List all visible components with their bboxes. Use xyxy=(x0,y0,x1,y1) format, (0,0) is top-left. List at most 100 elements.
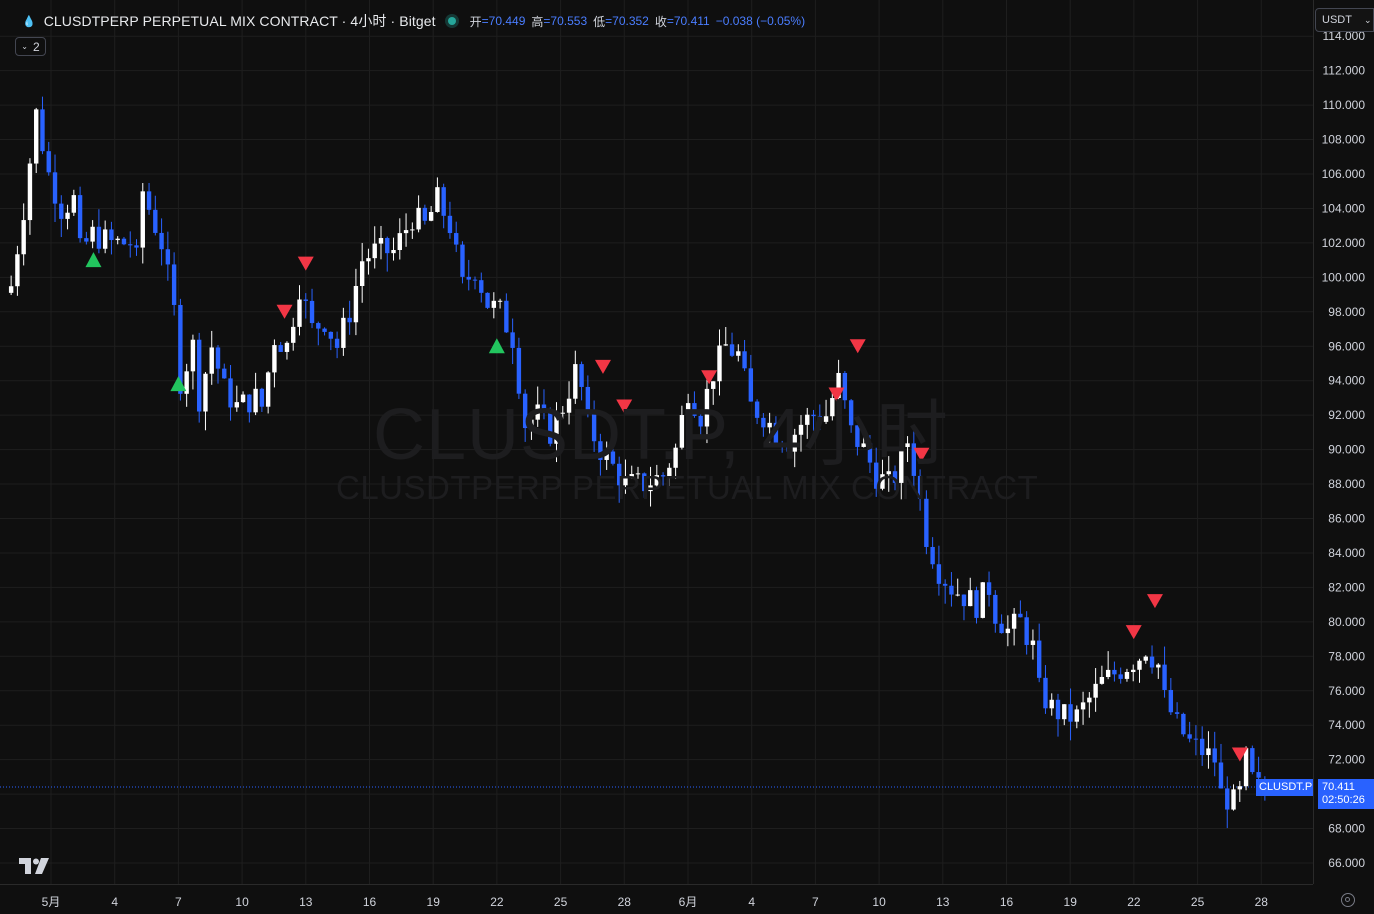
candle-body xyxy=(303,299,308,301)
candle-body xyxy=(34,109,39,164)
x-tick-label: 7 xyxy=(812,895,819,909)
candle-body xyxy=(1174,712,1180,714)
collapse-indicators-button[interactable]: ⌄ 2 xyxy=(15,37,46,56)
candle-body xyxy=(1037,640,1042,678)
candle-body xyxy=(1018,613,1023,618)
sell-signal-marker xyxy=(1125,625,1142,640)
candle-body xyxy=(497,300,503,302)
candle-body xyxy=(504,300,509,333)
candle-body xyxy=(1243,748,1249,787)
y-tick-label: 90.000 xyxy=(1328,443,1365,457)
candle-body xyxy=(1143,656,1148,661)
y-tick-label: 86.000 xyxy=(1328,512,1365,526)
settings-gear-icon[interactable] xyxy=(1341,893,1355,907)
candle-body xyxy=(397,233,402,250)
indicator-count: 2 xyxy=(33,39,40,54)
candle-body xyxy=(159,232,164,250)
market-status-icon[interactable] xyxy=(447,17,456,25)
price-axis[interactable]: 66.00068.00070.00072.00074.00076.00078.0… xyxy=(1322,29,1366,870)
candle-body xyxy=(134,245,139,248)
candle-body xyxy=(491,300,497,308)
candle-body xyxy=(1011,613,1017,629)
candle-body xyxy=(203,373,208,412)
tradingview-logo-icon[interactable] xyxy=(19,858,49,874)
candle-body xyxy=(115,238,120,241)
candle-body xyxy=(52,172,58,204)
x-tick-label: 4 xyxy=(748,895,755,909)
candle-body xyxy=(385,238,390,254)
x-tick-label: 25 xyxy=(1191,895,1205,909)
y-tick-label: 88.000 xyxy=(1328,477,1365,491)
x-tick-label: 19 xyxy=(1064,895,1078,909)
candle-body xyxy=(1062,704,1067,720)
candle-body xyxy=(723,344,728,346)
candle-body xyxy=(510,332,515,348)
high-value: =70.553 xyxy=(543,14,588,28)
open-value: =70.449 xyxy=(481,14,526,28)
watermark-description: CLUSDTPERP PERPETUAL MIX CONTRACT xyxy=(336,469,1039,506)
x-tick-label: 13 xyxy=(936,895,950,909)
axis-divider-horizontal xyxy=(0,884,1313,885)
candle-body xyxy=(961,594,967,607)
candle-body xyxy=(90,226,95,242)
candle-body xyxy=(366,258,371,262)
candle-body xyxy=(1225,788,1230,810)
y-tick-label: 84.000 xyxy=(1328,546,1365,560)
time-axis[interactable]: 5月 4 7 10 13 16 19 22 25 28 6月 4 7 10 13 16 19 22 25 28 xyxy=(42,895,1269,909)
symbol-price-tag: CLUSDT.P xyxy=(1256,779,1313,796)
x-tick-label: 25 xyxy=(554,895,568,909)
candle-body xyxy=(309,300,315,324)
ohlc-values: 开 =70.449 高 =70.553 低 =70.352 收 =70.411 −0.0… xyxy=(470,13,805,30)
x-tick-label: 16 xyxy=(1000,895,1014,909)
candle-body xyxy=(1074,709,1079,722)
candle-body xyxy=(949,585,954,595)
symbol-title[interactable]: CLUSDTPERP PERPETUAL MIX CONTRACT · 4小时 … xyxy=(44,11,436,31)
candle-body xyxy=(96,226,102,249)
candle-body xyxy=(974,590,979,618)
x-tick-label: 5月 xyxy=(42,895,61,909)
y-tick-label: 78.000 xyxy=(1328,649,1365,663)
candle-body xyxy=(1043,677,1048,709)
candle-body xyxy=(209,347,214,374)
candle-body xyxy=(1187,734,1192,739)
y-tick-label: 68.000 xyxy=(1328,822,1365,836)
y-tick-label: 72.000 xyxy=(1328,753,1365,767)
y-tick-label: 94.000 xyxy=(1328,374,1365,388)
candle-body xyxy=(1024,617,1029,645)
y-tick-label: 110.000 xyxy=(1323,98,1366,112)
candle-body xyxy=(1168,689,1174,713)
candle-body xyxy=(65,212,70,219)
candle-body xyxy=(228,378,233,408)
candle-body xyxy=(84,238,89,242)
high-label: 高 xyxy=(531,14,544,29)
candle-body xyxy=(247,394,252,413)
candle-body xyxy=(372,243,377,259)
candle-body xyxy=(1250,748,1255,773)
candle-body xyxy=(1231,789,1236,810)
candle-body xyxy=(1137,660,1142,670)
candle-body xyxy=(403,230,409,234)
candle-body xyxy=(165,249,171,265)
y-tick-label: 92.000 xyxy=(1328,408,1365,422)
y-tick-label: 66.000 xyxy=(1328,856,1365,870)
candle-body xyxy=(1105,669,1111,677)
x-tick-label: 7 xyxy=(175,895,182,909)
last-price: 70.411 xyxy=(1322,781,1355,793)
bar-countdown: 02:50:26 xyxy=(1322,794,1365,806)
x-tick-label: 10 xyxy=(872,895,886,909)
candle-body xyxy=(942,583,948,586)
candle-body xyxy=(435,187,440,212)
candle-body xyxy=(1087,697,1092,703)
candle-body xyxy=(1199,738,1205,756)
x-tick-label: 4 xyxy=(111,895,118,909)
candle-body xyxy=(284,342,290,352)
candle-body xyxy=(197,339,202,412)
candle-body xyxy=(1055,699,1061,720)
candle-body xyxy=(77,195,83,239)
currency-selector[interactable]: USDT ⌄ xyxy=(1315,8,1374,32)
candle-body xyxy=(422,207,428,221)
candle-body xyxy=(15,254,20,287)
candle-body xyxy=(291,326,296,343)
x-tick-label: 13 xyxy=(299,895,313,909)
candle-body xyxy=(1256,772,1261,778)
